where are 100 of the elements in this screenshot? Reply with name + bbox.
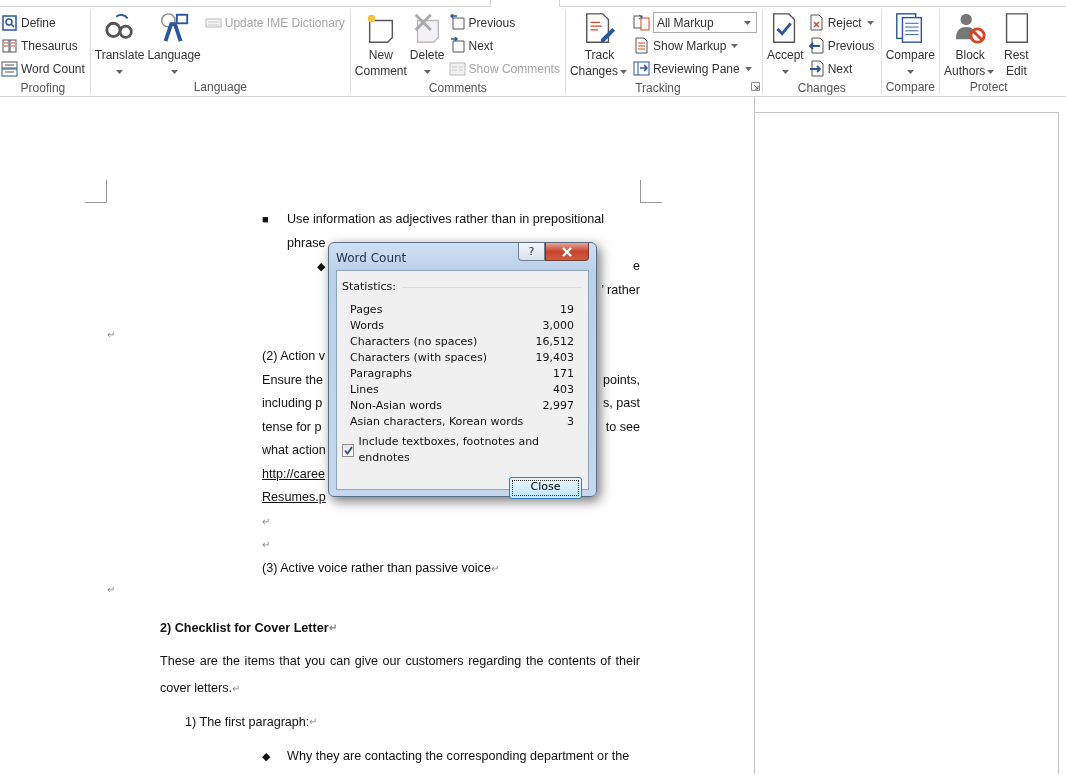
stat-value: 403 [553,381,574,398]
paragraph-mark: ↵ [107,583,115,597]
heading-text: 2) Checklist for Cover Letter [160,620,329,637]
body-text: s, past [602,395,640,412]
note-arrow-icon [448,37,466,54]
ribbon-button[interactable]: Thesaurus [0,34,87,57]
pane-icon [632,60,650,77]
ribbon-button[interactable]: Define [0,11,87,34]
ribbon-button[interactable]: Reject [805,11,878,34]
ribbon-button[interactable]: Translate [93,9,146,79]
body-text: ’ rather [601,281,640,299]
close-button[interactable]: Close [509,476,582,499]
caret-icon [743,20,751,25]
group-label: Proofing [19,80,67,97]
body-text: Use information as adjectives rather than in prepositional [287,211,605,228]
ribbon-button[interactable]: Previous [446,11,562,34]
paragraph-mark: ↵ [107,328,115,342]
ribbon-button[interactable]: Next [805,57,878,80]
body-text: 1) The first paragraph: [185,714,310,731]
stat-label: Characters (no spaces) [350,333,478,350]
stat-value: 19,403 [535,349,574,366]
hyperlink[interactable]: http://caree [262,462,325,486]
caret-icon [170,69,178,74]
dialog-launcher-icon[interactable] [750,82,760,91]
caret-icon [116,69,124,74]
stat-value: 19 [560,301,574,318]
arrow-document-icon [807,37,825,54]
ribbon-button[interactable]: New Comment [353,9,408,80]
body-text: to see [605,418,640,436]
caret-icon [906,69,914,74]
ribbon-button[interactable]: Accept [765,9,805,80]
stat-label: Words [350,317,384,334]
stat-value: 3,000 [542,317,574,334]
caret-icon [744,66,752,71]
ribbon-button[interactable]: Language [146,9,202,79]
body-text: points, [602,371,640,389]
caret-icon [619,69,627,74]
caret-icon [866,20,874,25]
documents-icon [632,14,650,31]
book-icon [1,14,18,31]
bullet: ◆ [262,749,272,764]
body-text: (2) Action v [262,349,325,363]
bullet: ■ [262,212,270,227]
stat-label: Lines [350,381,379,398]
body-text: (3) Active voice rather than passive voice [262,560,491,575]
stat-value: 16,512 [535,333,574,350]
body-text: These are the items that you can give our customers regarding the contents of their [160,653,640,670]
hyperlink[interactable]: Resumes.p [262,486,326,510]
paragraph-mark: ↵ [232,682,241,696]
body-text: including p [262,396,323,410]
stat-label: Non-Asian words [350,397,442,414]
group-label: Changes [796,80,847,97]
ribbon-button[interactable]: Compare [884,9,936,79]
group-label: Language [192,79,248,96]
body-text: phrase [287,234,326,252]
stat-label: Characters (with spaces) [350,349,487,366]
body-text: tense for p [262,419,322,434]
note-arrow-icon [448,14,466,31]
caret-icon [731,43,739,48]
book-icon [1,37,18,54]
body-text: e [633,258,640,275]
stat-label: Paragraphs [350,365,413,382]
check-icon [343,445,353,455]
paragraph-mark: ↵ [309,715,318,727]
close-button[interactable] [545,243,589,261]
caret-icon [781,69,789,74]
body-text: Ensure the [262,372,323,387]
checkbox[interactable] [342,443,355,457]
ribbon-button[interactable]: Previous [805,34,878,57]
ribbon-button[interactable]: Reviewing Pane [630,57,759,80]
section-label: Statistics: [342,279,396,295]
paragraph-mark: ↵ [490,562,499,574]
crop-mark [85,180,107,203]
document-icon [632,37,650,54]
ribbon-button[interactable]: Show Markup [630,34,759,57]
ribbon-button[interactable]: Word Count [0,57,87,80]
ribbon-button[interactable]: Rest Edit [998,9,1035,79]
body-text: what action [262,443,326,457]
cross-document-icon [807,14,825,31]
stat-value: 2,997 [542,397,574,414]
comments-icon [448,60,466,77]
dialog-title: Word Count [336,249,407,267]
body-text: Why they are contacting the corresponding department or the [287,748,630,765]
ribbon-button[interactable]: Track Changes [568,9,630,80]
ribbon-button[interactable]: Next [446,34,562,57]
body-text: cover letters. [160,680,233,697]
caret-icon [987,69,995,74]
stat-label: Asian characters, Korean words [350,413,524,430]
ribbon-button[interactable]: Delete [408,9,446,80]
crop-mark [640,180,662,203]
arrow-document-icon [807,60,825,77]
checkbox-label[interactable]: Include textboxes, footnotes and endnotes [358,433,582,467]
group-label: Protect [968,79,1009,96]
ribbon-button[interactable]: Block Authors [943,9,998,79]
paragraph-mark: ↵ [328,621,337,635]
group-label: Comments [427,80,488,97]
caret-icon [423,69,431,74]
stat-value: 171 [553,365,574,382]
grid-icon [1,60,18,77]
help-button[interactable]: ? [518,243,545,261]
